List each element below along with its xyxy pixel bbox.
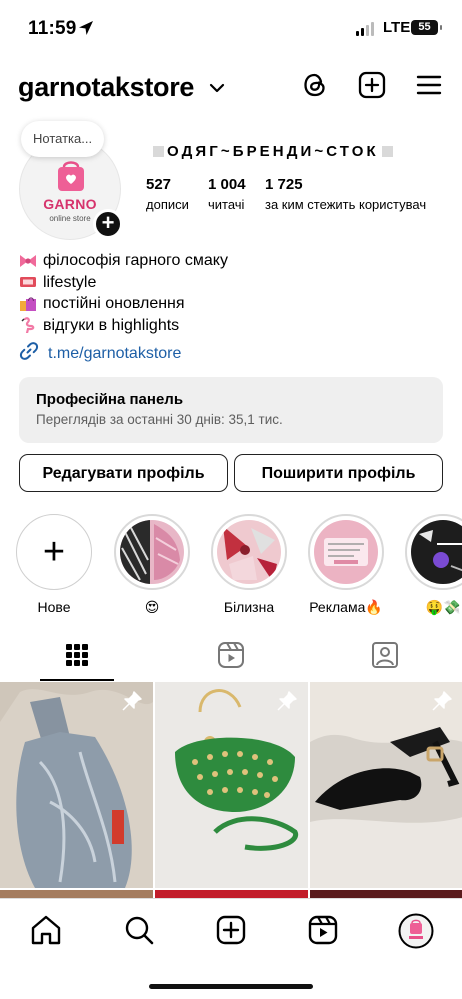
pin-icon	[276, 690, 298, 717]
stat-value: 527	[146, 176, 172, 193]
bio-text: lifestyle	[43, 273, 97, 291]
pin-icon	[121, 690, 143, 717]
bio-line: відгуки в highlights	[19, 315, 228, 337]
profile-header: garnotakstore	[0, 62, 462, 110]
post-thumbnail[interactable]	[310, 682, 462, 888]
link-text: t.me/garnotakstore	[48, 344, 182, 362]
stat-following[interactable]: 1 725 за ким стежить користувач	[265, 176, 426, 212]
highlight-item[interactable]: Реклама🔥	[307, 514, 385, 616]
post-thumbnail[interactable]	[0, 890, 153, 898]
bio-line: lifestyle	[19, 272, 228, 294]
create-icon[interactable]	[357, 70, 387, 100]
battery-icon: 55	[411, 20, 442, 35]
stat-label: дописи	[146, 197, 189, 212]
shopping-bags-icon	[19, 296, 37, 312]
content-tabs	[0, 632, 462, 682]
bottom-nav	[0, 898, 462, 999]
tab-posts[interactable]	[0, 632, 154, 682]
stat-value: 1 004	[208, 176, 246, 193]
post-thumbnail[interactable]	[310, 890, 462, 898]
bio: філософія гарного смаку lifestyle постій…	[19, 250, 228, 336]
profile-full-name: ОДЯГ~БРЕНДИ~СТОК	[150, 143, 396, 160]
highlight-cover	[411, 520, 462, 584]
username[interactable]: garnotakstore	[18, 72, 194, 103]
posts-grid	[0, 682, 462, 898]
highlight-label: 🤑💸	[425, 599, 461, 615]
profile-avatar-icon[interactable]	[398, 913, 434, 949]
chevron-down-icon[interactable]	[209, 81, 225, 99]
signal-icon	[356, 22, 374, 36]
search-icon[interactable]	[122, 913, 156, 947]
highlight-label: Нове	[37, 599, 71, 615]
network-type: LTE	[383, 19, 411, 36]
location-arrow-icon	[78, 20, 94, 41]
ribbon-icon	[19, 253, 37, 269]
ticket-icon	[19, 274, 37, 290]
highlight-label: Реклама🔥	[309, 599, 383, 615]
grid-icon	[65, 643, 89, 672]
highlight-label: 😍	[144, 599, 160, 615]
highlight-item[interactable]: 😍	[113, 514, 191, 616]
share-profile-button[interactable]: Поширити профіль	[234, 454, 443, 492]
bio-line: постійні оновлення	[19, 293, 228, 315]
professional-dashboard[interactable]: Професійна панель Переглядів за останні …	[19, 377, 443, 443]
post-thumbnail[interactable]	[0, 682, 153, 888]
dashboard-title: Професійна панель	[36, 391, 184, 408]
stat-label: читачі	[208, 197, 245, 212]
edit-profile-button[interactable]: Редагувати профіль	[19, 454, 228, 492]
home-icon[interactable]	[29, 913, 63, 947]
stat-label: за ким стежить користувач	[265, 197, 427, 212]
reels-icon	[217, 641, 245, 674]
note-bubble[interactable]: Нотатка...	[21, 121, 105, 157]
bio-text: постійні оновлення	[43, 295, 185, 312]
flamingo-icon	[19, 317, 37, 335]
status-bar: 11:59 LTE 55	[0, 0, 462, 58]
pin-icon	[431, 690, 453, 717]
highlight-item[interactable]: Білизна	[210, 514, 288, 615]
square-icon	[153, 146, 164, 157]
bio-text: відгуки в highlights	[43, 316, 180, 334]
bio-link[interactable]: t.me/garnotakstore	[19, 341, 181, 366]
post-thumbnail[interactable]	[155, 890, 308, 898]
bio-line: філософія гарного смаку	[19, 250, 228, 272]
plus-icon: +	[16, 514, 92, 590]
post-thumbnail[interactable]	[155, 682, 308, 888]
threads-icon[interactable]	[300, 70, 330, 100]
shopping-bag-logo	[53, 157, 89, 198]
square-icon	[381, 146, 393, 157]
stat-followers[interactable]: 1 004 читачі	[208, 176, 246, 212]
add-story-button[interactable]: +	[93, 209, 123, 239]
dashboard-subtitle: Переглядів за останні 30 днів: 35,1 тис.	[36, 412, 283, 427]
active-tab-indicator	[40, 679, 114, 681]
highlight-item[interactable]: 🤑💸	[404, 514, 462, 616]
tab-tagged[interactable]	[308, 632, 462, 682]
tab-reels[interactable]	[154, 632, 308, 682]
stat-posts[interactable]: 527 дописи	[146, 176, 189, 212]
highlight-new[interactable]: + Нове	[15, 514, 93, 615]
highlight-cover	[217, 520, 281, 584]
tagged-icon	[371, 641, 399, 674]
highlight-cover	[120, 520, 184, 584]
highlight-cover	[314, 520, 378, 584]
highlight-label: Білизна	[223, 599, 275, 615]
home-indicator	[149, 984, 313, 989]
link-icon	[19, 341, 39, 366]
menu-icon[interactable]	[414, 70, 444, 100]
stat-value: 1 725	[265, 176, 303, 193]
status-time: 11:59	[28, 18, 77, 39]
bio-text: філософія гарного смаку	[43, 252, 228, 269]
create-icon[interactable]	[214, 913, 248, 947]
reels-icon[interactable]	[306, 913, 340, 947]
